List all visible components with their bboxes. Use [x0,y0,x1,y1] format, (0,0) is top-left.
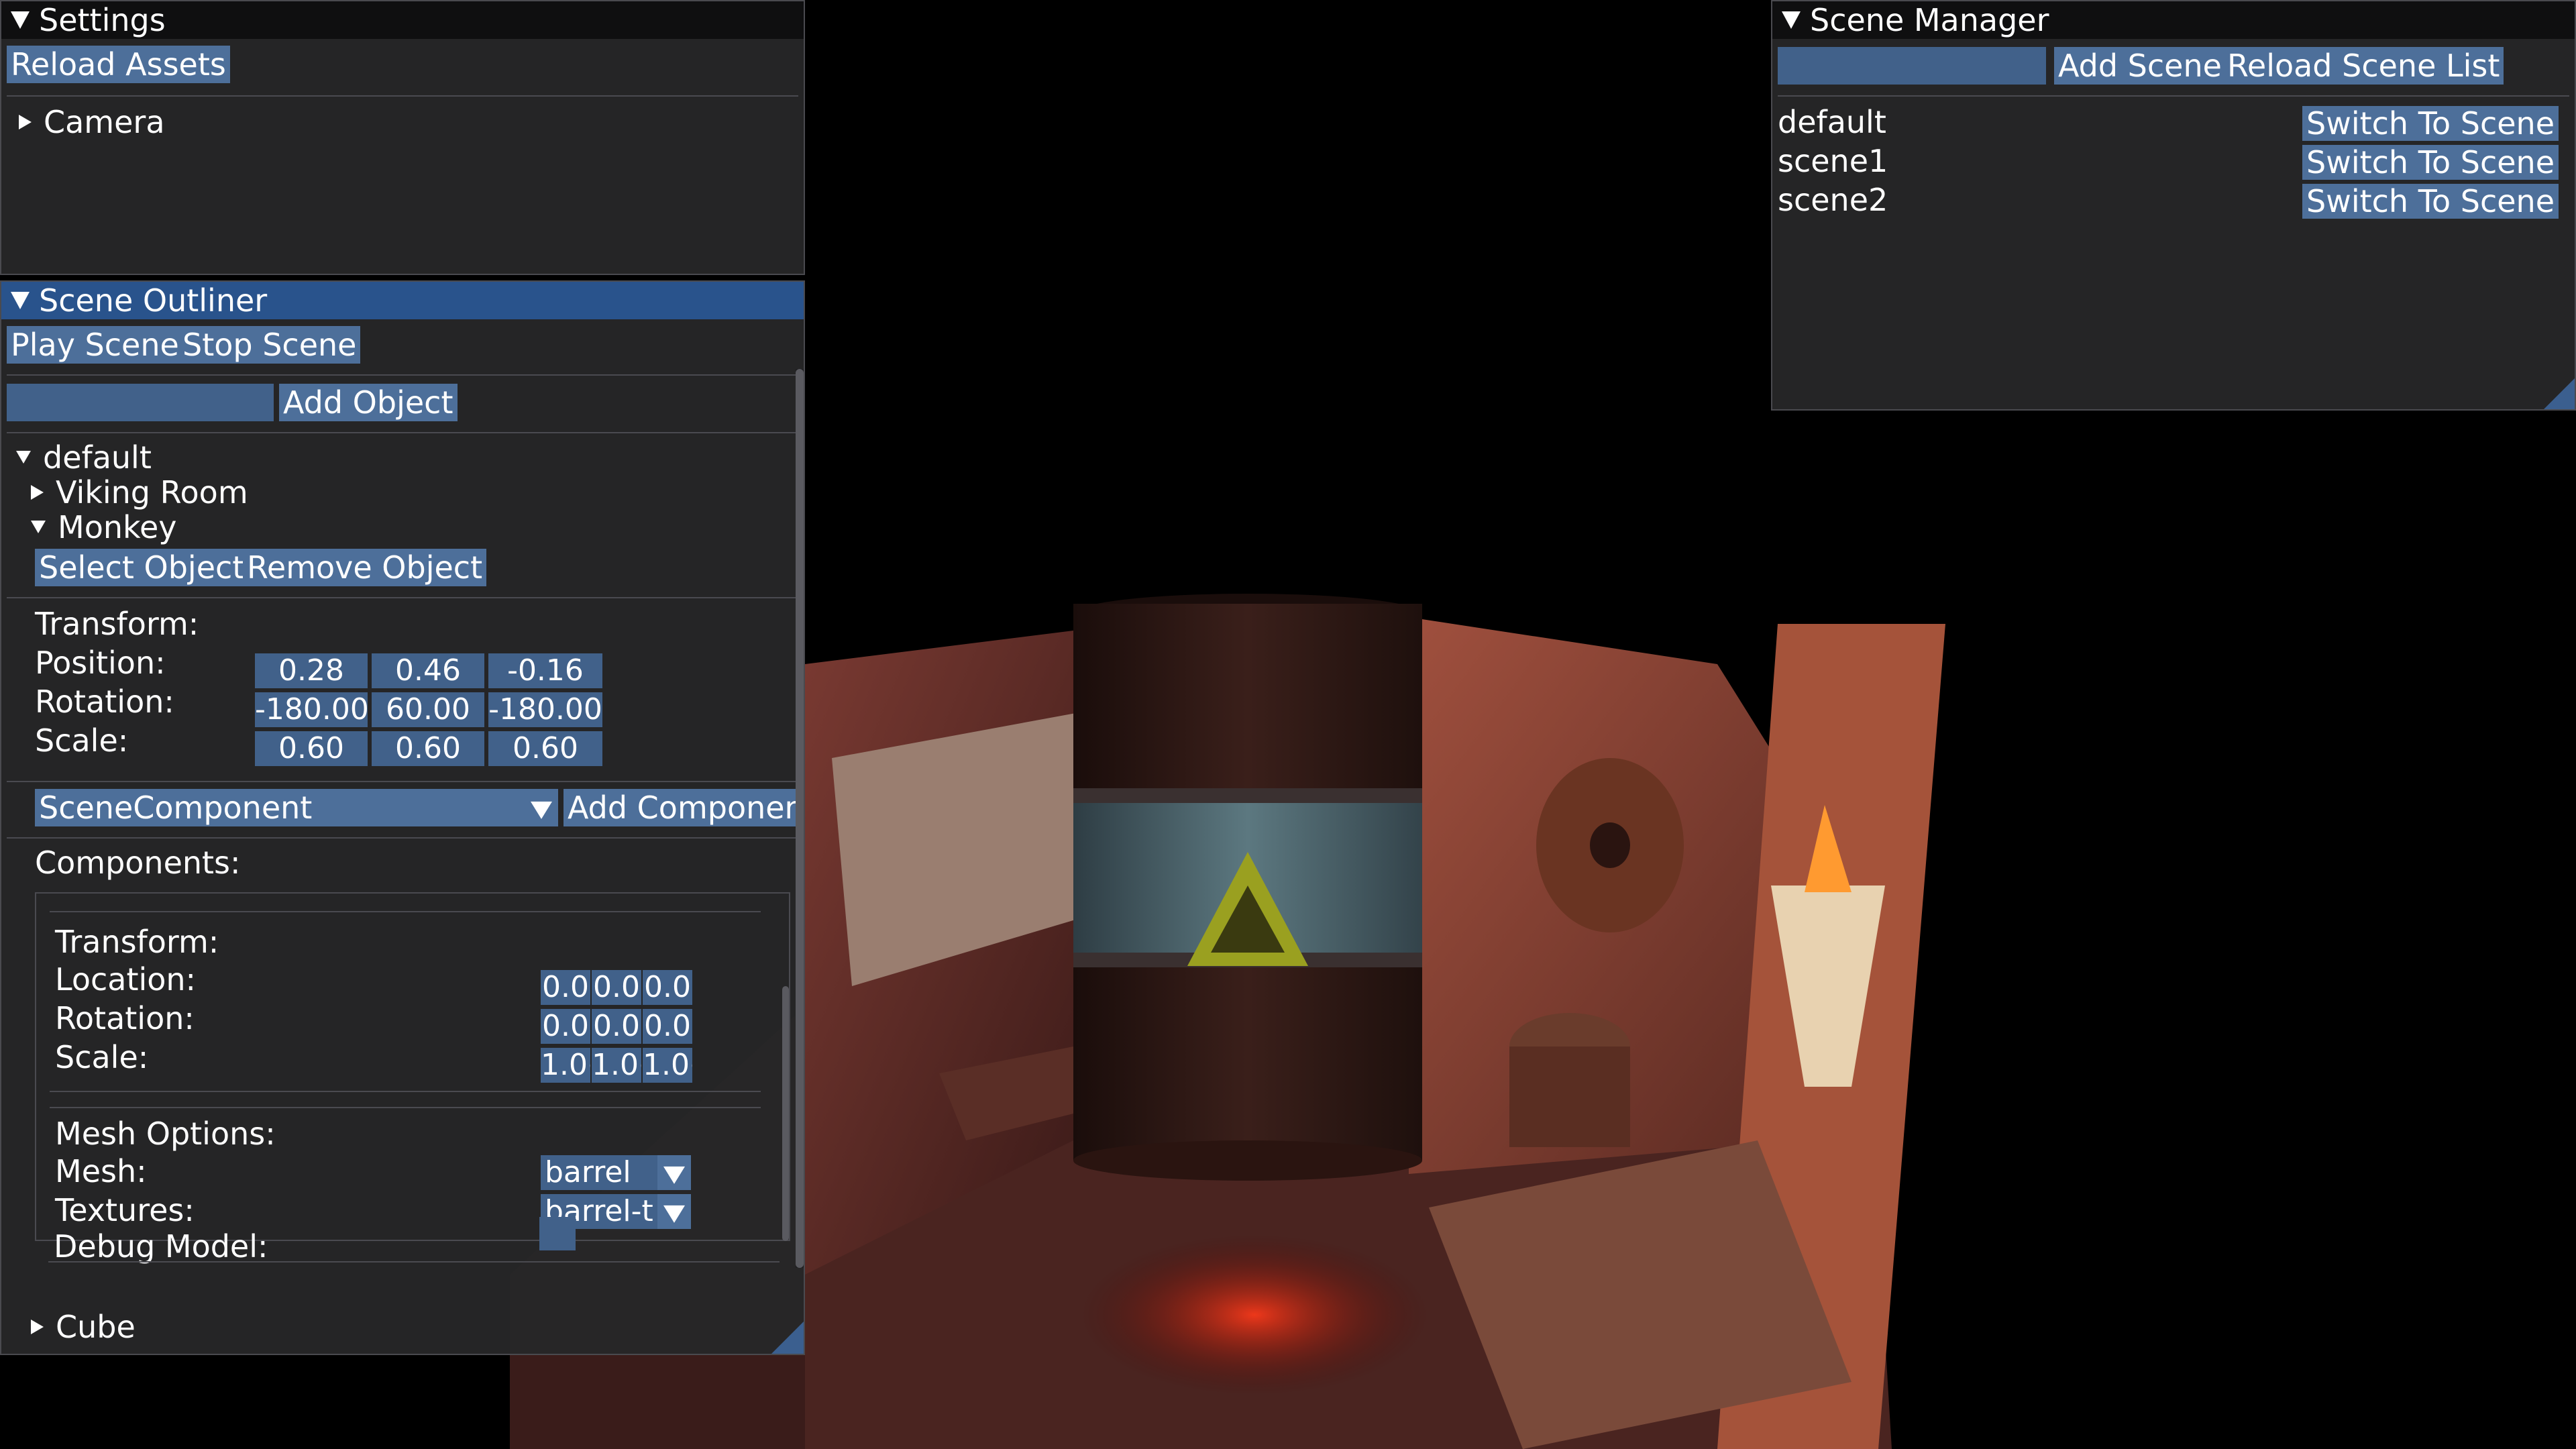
components-header: Components: [35,845,241,881]
object-label: Viking Room [56,474,248,511]
divider [7,374,798,376]
transform-header: Transform: [35,606,199,642]
add-scene-button[interactable]: Add Scene [2054,47,2226,85]
scene-list-item: default [1778,104,1886,140]
add-object-button[interactable]: Add Object [279,384,458,421]
object-node-viking-room[interactable]: Viking Room [31,474,248,511]
component-panel: Transform: Location: Rotation: Scale: 0.… [35,892,790,1241]
scene-list-item: scene1 [1778,143,1888,179]
component-transform-header: Transform: [55,924,219,960]
scene-manager-title: Scene Manager [1810,2,2049,38]
component-rotation-x-field[interactable]: 0.0 [541,1009,590,1044]
resize-grip[interactable] [771,1320,804,1354]
scene-outliner-title: Scene Outliner [39,282,268,319]
divider [7,597,798,598]
position-y-field[interactable]: 0.46 [372,653,484,688]
divider [50,1107,761,1108]
expand-arrow-icon [31,1319,44,1334]
divider [50,911,761,912]
scene-root-label: default [43,439,152,476]
scene-list-item: scene2 [1778,182,1888,218]
position-z-field[interactable]: -0.16 [488,653,602,688]
collapse-arrow-icon[interactable] [1782,11,1801,29]
rotation-z-field[interactable]: -180.00 [488,692,602,727]
camera-tree-node[interactable]: Camera [19,103,165,141]
chevron-down-icon[interactable] [525,789,558,826]
divider [50,1091,761,1092]
reload-scene-list-button[interactable]: Reload Scene List [2223,47,2504,85]
chevron-down-icon[interactable] [657,1155,691,1190]
scale-label: Scale: [35,722,129,759]
mesh-combo[interactable]: barrel [541,1155,657,1190]
scene-outliner-titlebar[interactable]: Scene Outliner [1,282,804,319]
mesh-options-header: Mesh Options: [55,1116,276,1152]
collapse-arrow-icon[interactable] [11,11,30,29]
location-label: Location: [55,961,197,998]
chevron-down-icon[interactable] [657,1194,691,1229]
stop-scene-button[interactable]: Stop Scene [178,326,361,364]
location-z-field[interactable]: 0.0 [643,970,692,1005]
settings-titlebar[interactable]: Settings [1,1,804,39]
object-label: Monkey [58,509,177,545]
location-x-field[interactable]: 0.0 [541,970,590,1005]
divider [7,781,798,782]
divider [48,1261,780,1263]
divider [7,95,798,97]
component-scale-x-field[interactable]: 1.0( [541,1048,590,1083]
rotation-y-field[interactable]: 60.00 [372,692,484,727]
divider [1778,95,2569,97]
mesh-label: Mesh: [55,1153,147,1189]
component-scale-label: Scale: [55,1039,149,1075]
switch-to-scene-button[interactable]: Switch To Scene [2302,106,2559,141]
resize-grip[interactable] [2542,377,2575,409]
object-label: Cube [56,1309,136,1345]
outliner-scroll-thumb[interactable] [796,369,804,1268]
divider [7,432,798,433]
component-scale-z-field[interactable]: 1.0( [643,1048,692,1083]
reload-assets-button[interactable]: Reload Assets [7,46,230,83]
textures-label: Textures: [55,1192,195,1228]
rotation-x-field[interactable]: -180.00 [255,692,368,727]
location-y-field[interactable]: 0.0 [592,970,641,1005]
component-scale-y-field[interactable]: 1.0( [592,1048,641,1083]
component-type-combo[interactable]: SceneComponent [35,789,525,826]
scene-manager-titlebar[interactable]: Scene Manager [1772,1,2575,39]
component-rotation-y-field[interactable]: 0.0 [592,1009,641,1044]
add-component-button[interactable]: Add Componen [564,789,796,826]
switch-to-scene-button[interactable]: Switch To Scene [2302,184,2559,219]
scale-x-field[interactable]: 0.60 [255,731,368,766]
expand-arrow-icon [16,451,31,464]
scene-root-node[interactable]: default [16,439,152,476]
component-scroll-thumb[interactable] [782,986,789,1241]
switch-to-scene-button[interactable]: Switch To Scene [2302,145,2559,180]
position-x-field[interactable]: 0.28 [255,653,368,688]
object-name-input[interactable] [7,384,274,421]
rotation-label: Rotation: [35,684,174,720]
settings-window: Settings Reload Assets Camera [0,0,805,275]
object-node-cube[interactable]: Cube [31,1308,136,1346]
scene-outliner-window: Scene Outliner Play Scene Stop Scene Add… [0,280,805,1355]
remove-object-button[interactable]: Remove Object [243,549,487,586]
select-object-button[interactable]: Select Object [35,549,249,586]
settings-title: Settings [39,2,166,38]
scale-y-field[interactable]: 0.60 [372,731,484,766]
object-node-monkey[interactable]: Monkey [31,508,177,546]
camera-label: Camera [44,104,165,140]
position-label: Position: [35,645,166,681]
expand-arrow-icon [31,521,46,533]
debug-model-label: Debug Model: [54,1228,268,1265]
collapse-arrow-icon[interactable] [11,291,30,309]
expand-arrow-icon [31,484,44,500]
play-scene-button[interactable]: Play Scene [7,326,183,364]
component-rotation-label: Rotation: [55,1000,195,1036]
debug-model-checkbox[interactable] [539,1217,576,1250]
component-rotation-z-field[interactable]: 0.0 [643,1009,692,1044]
scene-manager-window: Scene Manager Add Scene Reload Scene Lis… [1771,0,2576,411]
expand-arrow-icon [19,114,32,129]
scale-z-field[interactable]: 0.60 [488,731,602,766]
divider [7,837,798,839]
scene-name-input[interactable] [1778,47,2046,85]
